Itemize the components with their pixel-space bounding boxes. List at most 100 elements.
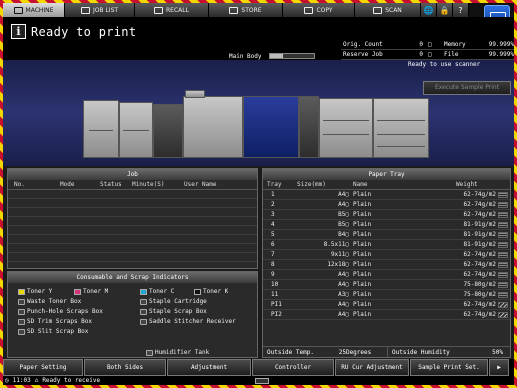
tray-level-icon (496, 260, 510, 269)
paper-level-gauge (498, 311, 508, 318)
tray-weight: 81-91g/m2 (463, 221, 496, 228)
table-row[interactable]: 6 8.5x11▢ Plain 81-91g/m2 (263, 240, 510, 250)
tray-number: 3 (271, 211, 275, 218)
tray-number: PI1 (271, 301, 282, 308)
tray-weight: 62-74g/m2 (463, 261, 496, 268)
top-tab-bar: MACHINE JOB LIST RECALL STORE COPY SCAN … (3, 3, 514, 17)
table-row[interactable]: 11 A3▢ Plain 75-80g/m2 (263, 290, 510, 300)
table-row[interactable]: 2 A4▢ Plain 62-74g/m2 (263, 200, 510, 210)
tab-recall[interactable]: RECALL (135, 3, 209, 17)
tray-paper-name: Plain (353, 211, 372, 218)
status-message: Ready to receive (42, 377, 101, 384)
environment-bar: Outside Temp. 25Degrees Outside Humidity… (263, 346, 510, 357)
tray-paper-name: Plain (353, 251, 372, 258)
ru-cur-adjustment-button[interactable]: RU Cur Adjustment (335, 359, 409, 376)
table-row[interactable]: 4 B5▢ Plain 81-91g/m2 (263, 220, 510, 230)
table-row[interactable]: 1 A4▢ Plain 62-74g/m2 (263, 190, 510, 200)
paper-tray-table: Tray Size(mm) Name Weight 1 A4▢ Plain 62-74… (263, 180, 510, 320)
tray-size: 9x11▢ (330, 251, 349, 258)
column-header: Name (353, 181, 368, 188)
finisher-unit (319, 98, 373, 158)
main-body-label: Main Body (229, 53, 262, 60)
tray-weight: 81-91g/m2 (463, 241, 496, 248)
table-row[interactable]: 9 A4▢ Plain 62-74g/m2 (263, 270, 510, 280)
next-arrow-button[interactable]: ▶ (489, 359, 509, 376)
table-row[interactable]: PI2 A4▢ Plain 62-74g/m2 (263, 310, 510, 320)
paper-level-gauge (498, 201, 508, 208)
screen-frame: MACHINE JOB LIST RECALL STORE COPY SCAN … (0, 0, 517, 388)
tray-level-icon (496, 250, 510, 259)
tray-level-icon (496, 290, 510, 299)
tab-copy[interactable]: COPY (283, 3, 355, 17)
table-row (8, 235, 257, 244)
tray-level-icon (496, 300, 510, 309)
toner-icon (18, 288, 25, 295)
lock-icon[interactable]: 🔒 (437, 3, 453, 17)
adjustment-button[interactable]: Adjustment (167, 359, 251, 376)
tray-size: A4▢ (338, 311, 349, 318)
paper-level-gauge (498, 191, 508, 198)
saddle-stitcher-indicator: Saddle Stitcher Receiver (140, 318, 236, 325)
tray-level-icon (496, 280, 510, 289)
orig-count-label: Orig. Count (343, 41, 383, 48)
tray-paper-name: Plain (353, 191, 372, 198)
indicator-label: Punch-Hole Scraps Box (27, 308, 103, 315)
tray-paper-name: Plain (353, 231, 372, 238)
indicator-label: Waste Toner Box (27, 298, 82, 305)
tab-machine[interactable]: MACHINE (3, 3, 65, 17)
counter-table: Orig. Count 0 □ Memory 99.999% Reserve J… (341, 40, 514, 68)
paper-level-gauge (498, 261, 508, 268)
tab-job-list[interactable]: JOB LIST (65, 3, 135, 17)
paper-level-gauge (498, 251, 508, 258)
column-header: No. (14, 181, 25, 188)
keyboard-icon[interactable] (255, 378, 269, 384)
tray-level-icon (496, 310, 510, 319)
paper-level-gauge (498, 281, 508, 288)
paper-level-gauge (498, 211, 508, 218)
table-row[interactable]: 8 12x18▢ Plain 62-74g/m2 (263, 260, 510, 270)
paper-setting-button[interactable]: Paper Setting (3, 359, 83, 376)
copy-icon (304, 6, 314, 14)
machine-illustration-area (3, 60, 514, 166)
table-row[interactable]: 5 B4▢ Plain 81-91g/m2 (263, 230, 510, 240)
tray-weight: 62-74g/m2 (463, 301, 496, 308)
scan-icon (373, 6, 383, 14)
tray-paper-name: Plain (353, 271, 372, 278)
tray-level-icon (496, 210, 510, 219)
tab-store[interactable]: STORE (209, 3, 283, 17)
table-row[interactable]: 3 B5▢ Plain 62-74g/m2 (263, 210, 510, 220)
paper-tray-header: Tray Size(mm) Name Weight (263, 180, 510, 190)
table-row (8, 190, 257, 199)
main-body-unit (243, 96, 299, 158)
main-screen: MACHINE JOB LIST RECALL STORE COPY SCAN … (3, 3, 514, 385)
tab-label: STORE (241, 6, 262, 14)
tray-weight: 62-74g/m2 (463, 271, 496, 278)
table-row[interactable]: 10 A4▢ Plain 75-80g/m2 (263, 280, 510, 290)
indicator-label: Toner K (203, 288, 229, 295)
machine-illustration (83, 90, 433, 160)
tab-scan[interactable]: SCAN (355, 3, 421, 17)
column-header: Weight (456, 181, 478, 188)
outside-humidity-label: Outside Humidity (387, 347, 457, 357)
execute-sample-print-button[interactable]: Execute Sample Print (423, 81, 511, 95)
column-header: Size(mm) (297, 181, 326, 188)
outside-humidity-value: 50% (492, 349, 503, 356)
memory-value: 99.999% (488, 41, 514, 48)
table-row[interactable]: 7 9x11▢ Plain 62-74g/m2 (263, 250, 510, 260)
help-icon[interactable]: ? (453, 3, 469, 17)
tray-number: 4 (271, 221, 275, 228)
column-header: Mode (60, 181, 75, 188)
clock-icon: ◷ (5, 377, 9, 384)
sd-slit-indicator: SD Slit Scrap Box (18, 328, 88, 335)
both-sides-button[interactable]: Both Sides (84, 359, 166, 376)
file-icon: □ (428, 51, 432, 58)
saddle-icon (140, 318, 147, 325)
globe-icon[interactable]: 🌐 (421, 3, 437, 17)
tray-level-icon (496, 230, 510, 239)
table-row[interactable]: PI1 A4▢ Plain 62-74g/m2 (263, 300, 510, 310)
controller-button[interactable]: Controller (252, 359, 334, 376)
indicator-label: Humidifier Tank (155, 349, 210, 356)
punch-icon (18, 308, 25, 315)
tray-size: 8.5x11▢ (323, 241, 349, 248)
sample-print-set-button[interactable]: Sample Print Set. (410, 359, 488, 376)
